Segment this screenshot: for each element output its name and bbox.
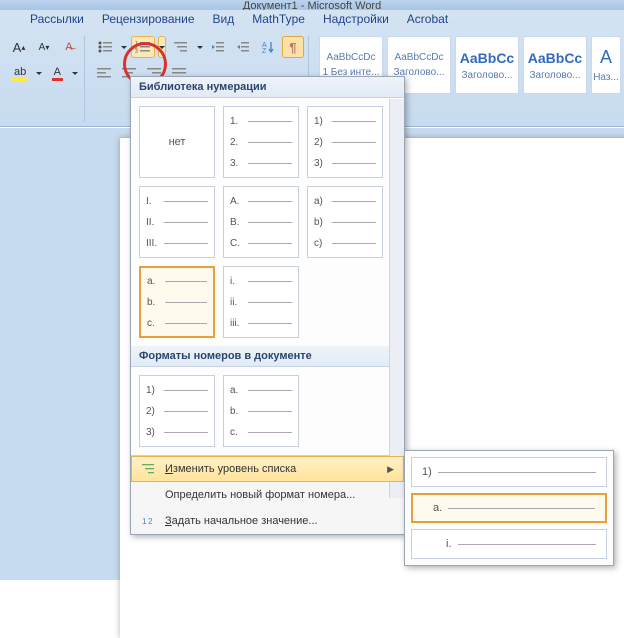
menu-define-format[interactable]: Определить новый формат номера... <box>131 482 404 508</box>
gallery-section-library: Библиотека нумерации <box>131 77 404 98</box>
bullets-dropdown[interactable] <box>120 36 128 58</box>
numbering-option[interactable]: A.B.C. <box>223 186 299 258</box>
style-title[interactable]: AНаз... <box>591 36 621 94</box>
gallery-section-doc: Форматы номеров в документе <box>131 346 404 367</box>
tab-addins[interactable]: Надстройки <box>323 12 389 26</box>
numbering-library: нет1.2.3.1)2)3) I.II.III.A.B.C.a)b)c) a.b.… <box>131 98 404 346</box>
indent-level-icon <box>141 461 157 477</box>
numbering-option[interactable]: a.b.c. <box>139 266 215 338</box>
window-title: Документ1 - Microsoft Word <box>0 0 624 10</box>
highlight-button[interactable]: ab <box>8 62 32 84</box>
font-shrink-button[interactable]: A▾ <box>33 36 55 58</box>
sort-button[interactable]: AZ <box>257 36 279 58</box>
indent-increase-button[interactable] <box>232 36 254 58</box>
tab-view[interactable]: Вид <box>213 12 235 26</box>
numbering-gallery-dropdown: Библиотека нумерации нет1.2.3.1)2)3)I.II… <box>130 76 405 535</box>
tab-mailings[interactable]: Рассылки <box>30 12 84 26</box>
level-option[interactable]: i. <box>411 529 607 559</box>
numbering-option[interactable]: i.ii.iii. <box>223 266 299 338</box>
menu-change-level[interactable]: Изменить уровень списка ▶ <box>131 456 404 482</box>
numbering-option[interactable]: a)b)c) <box>307 186 383 258</box>
numbering-doc-formats: 1)2)3)a.b.c. <box>131 367 404 455</box>
tab-review[interactable]: Рецензирование <box>102 12 195 26</box>
numbering-option[interactable]: нет <box>139 106 215 178</box>
svg-text:3: 3 <box>135 49 138 54</box>
menu-set-start[interactable]: 12 Задать начальное значение... <box>131 508 404 534</box>
tab-acrobat[interactable]: Acrobat <box>407 12 448 26</box>
font-color-dropdown[interactable] <box>71 62 79 84</box>
align-left-button[interactable] <box>93 62 115 84</box>
indent-decrease-button[interactable] <box>207 36 229 58</box>
numbering-button[interactable]: 123 <box>131 36 155 58</box>
outdent-icon <box>211 40 225 54</box>
ribbon-tabs: Рассылки Рецензирование Вид MathType Над… <box>0 10 624 30</box>
clear-format-button[interactable]: A̶ <box>58 36 80 58</box>
indent-icon <box>236 40 250 54</box>
set-start-icon: 12 <box>141 513 157 529</box>
numbering-option[interactable]: I.II.III. <box>139 186 215 258</box>
numbering-option[interactable]: 1)2)3) <box>139 375 215 447</box>
svg-text:2: 2 <box>148 517 153 526</box>
define-format-icon <box>141 487 157 503</box>
multilevel-dropdown[interactable] <box>196 36 204 58</box>
style-heading-b[interactable]: AaBbCcЗаголово... <box>455 36 519 94</box>
numbering-option[interactable]: 1)2)3) <box>307 106 383 178</box>
sort-icon: AZ <box>261 40 275 54</box>
level-submenu: 1) a. i. <box>404 450 614 566</box>
tab-mathtype[interactable]: MathType <box>252 12 305 26</box>
submenu-arrow-icon: ▶ <box>387 464 394 475</box>
level-option[interactable]: a. <box>411 493 607 523</box>
bullets-icon <box>97 40 113 54</box>
show-marks-button[interactable]: ¶ <box>282 36 304 58</box>
gallery-scrollbar[interactable] <box>389 99 404 498</box>
numbering-icon: 123 <box>135 40 151 54</box>
numbering-option[interactable]: 1.2.3. <box>223 106 299 178</box>
svg-text:Z: Z <box>262 48 267 54</box>
numbering-option[interactable]: a.b.c. <box>223 375 299 447</box>
level-option[interactable]: 1) <box>411 457 607 487</box>
highlight-dropdown[interactable] <box>35 62 43 84</box>
multilevel-button[interactable] <box>169 36 193 58</box>
numbering-dropdown[interactable] <box>158 36 166 58</box>
bullets-button[interactable] <box>93 36 117 58</box>
style-heading-c[interactable]: AaBbCcЗаголово... <box>523 36 587 94</box>
font-grow-button[interactable]: A▴ <box>8 36 30 58</box>
font-color-button[interactable]: A <box>46 62 68 84</box>
multilevel-icon <box>173 40 189 54</box>
svg-text:1: 1 <box>142 517 147 526</box>
